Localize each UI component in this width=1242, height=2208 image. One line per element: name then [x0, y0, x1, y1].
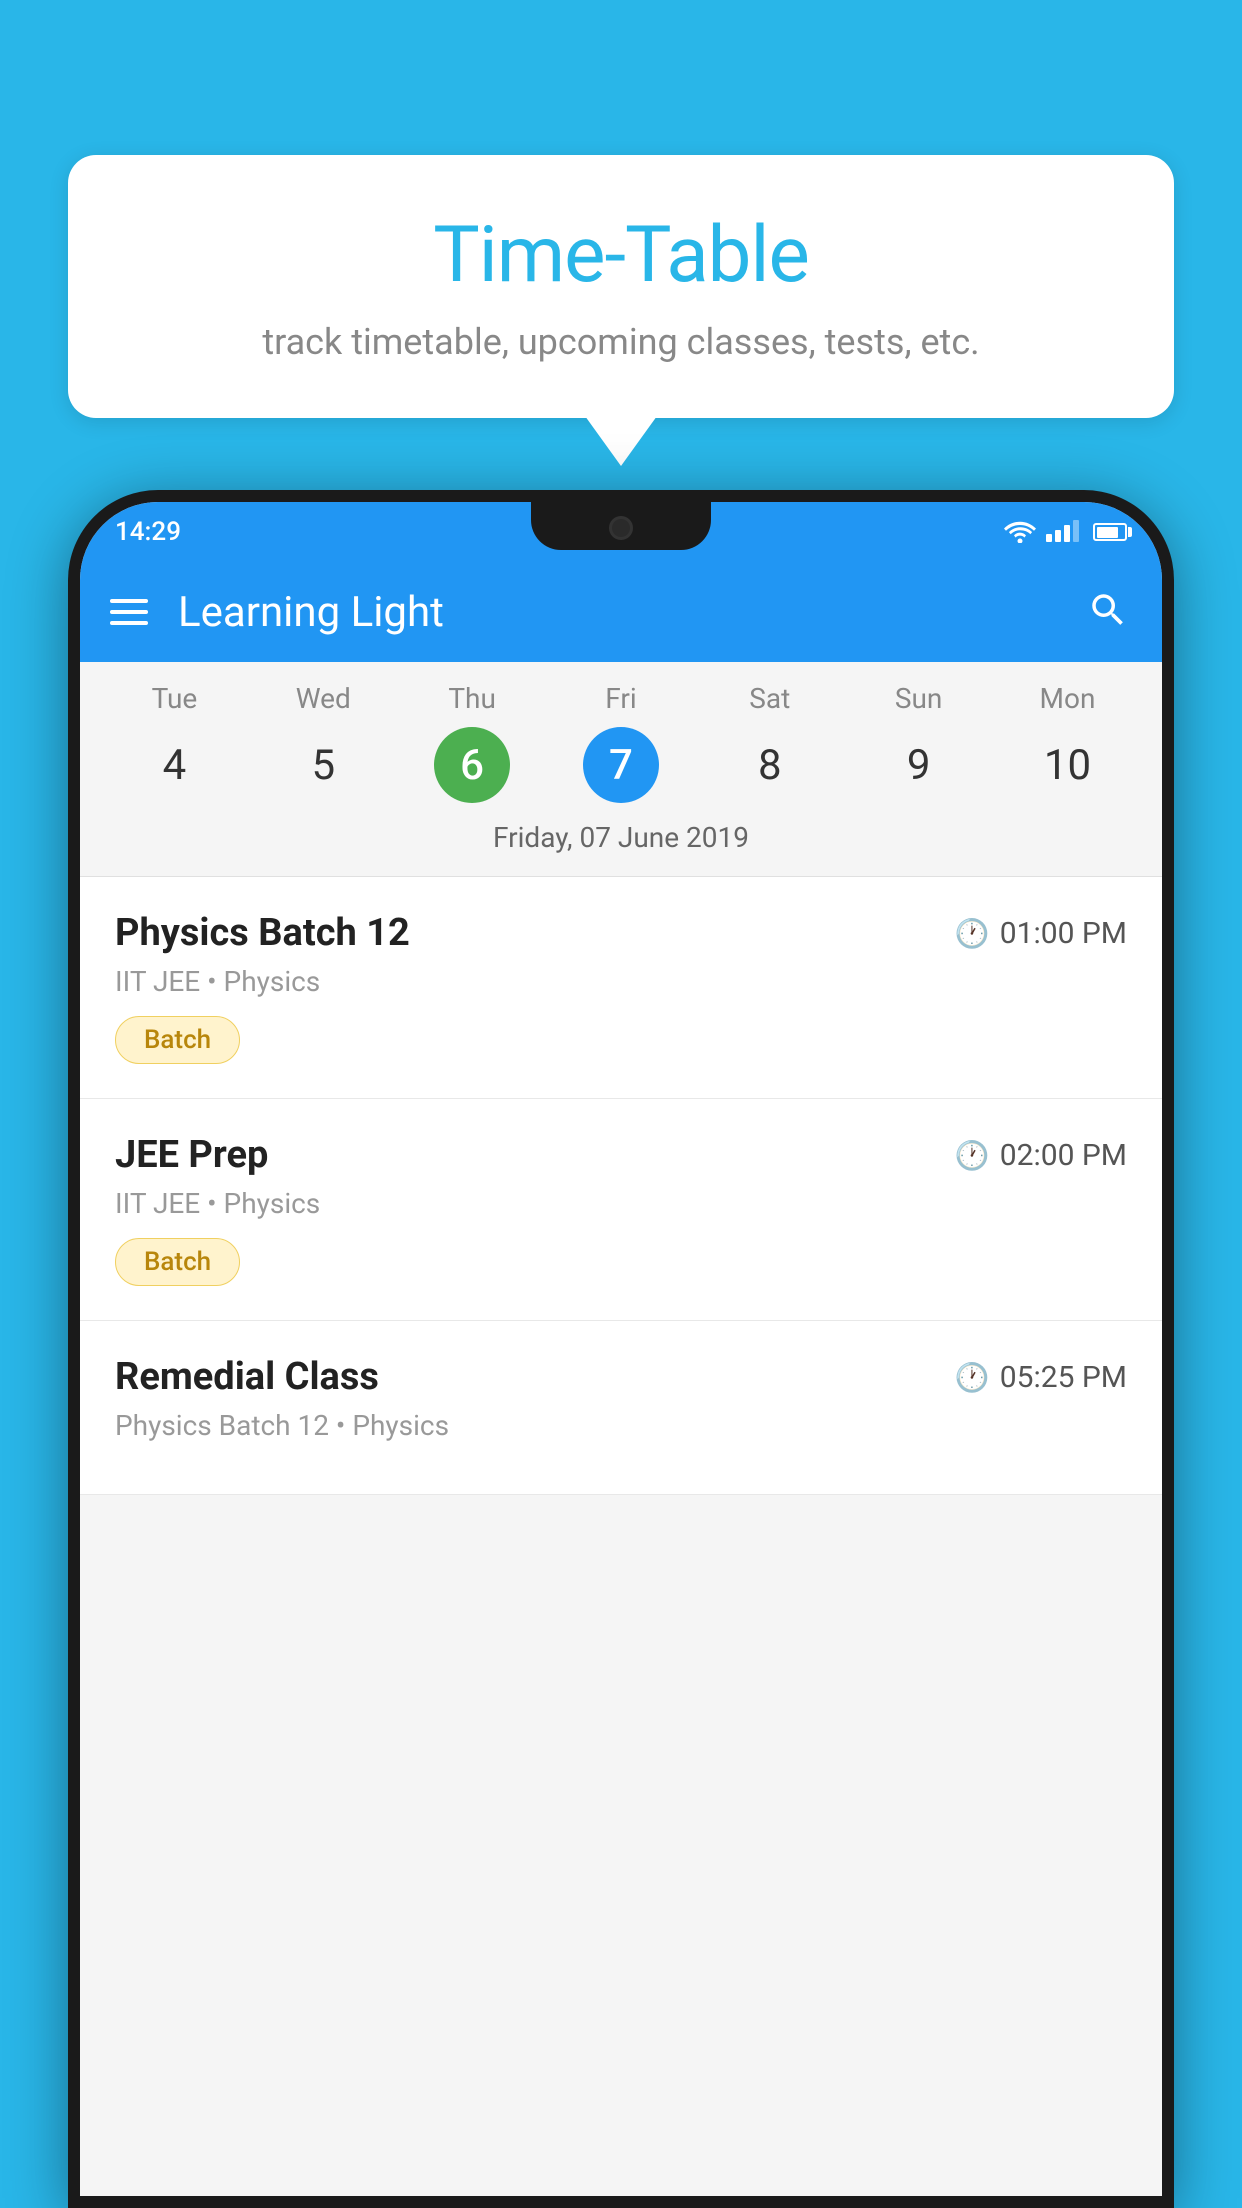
search-button[interactable] [1084, 588, 1132, 636]
calendar-strip: Tue 4 Wed 5 Thu 6 Fri 7 Sat 8 Sun 9 Mon 10 Friday, 07… [80, 662, 1162, 877]
day-label: Mon [1040, 682, 1096, 715]
speech-bubble-container: Time-Table track timetable, upcoming cla… [68, 155, 1174, 418]
hamburger-line-2 [110, 610, 148, 614]
calendar-day-col[interactable]: Fri 7 [556, 682, 686, 803]
schedule-item-subtitle: IIT JEE • Physics [115, 1187, 1127, 1220]
calendar-day-col[interactable]: Thu 6 [407, 682, 537, 803]
day-number[interactable]: 8 [732, 727, 808, 803]
schedule-item[interactable]: JEE Prep 🕐 02:00 PM IIT JEE • Physics Batch [80, 1099, 1162, 1321]
hamburger-line-3 [110, 621, 148, 625]
day-label: Sun [895, 682, 943, 715]
day-label: Sat [749, 682, 790, 715]
wifi-icon [1004, 521, 1036, 543]
day-number[interactable]: 7 [583, 727, 659, 803]
phone-camera [609, 516, 633, 540]
schedule-list: Physics Batch 12 🕐 01:00 PM IIT JEE • Phys… [80, 877, 1162, 1495]
schedule-item-time: 🕐 01:00 PM [955, 916, 1127, 951]
calendar-day-col[interactable]: Mon 10 [1002, 682, 1132, 803]
day-label: Fri [605, 682, 636, 715]
speech-bubble: Time-Table track timetable, upcoming cla… [68, 155, 1174, 418]
schedule-item[interactable]: Physics Batch 12 🕐 01:00 PM IIT JEE • Phys… [80, 877, 1162, 1099]
status-time: 14:29 [115, 517, 181, 547]
clock-icon: 🕐 [955, 1361, 990, 1394]
calendar-day-col[interactable]: Sun 9 [854, 682, 984, 803]
day-number[interactable]: 6 [434, 727, 510, 803]
hamburger-menu-icon[interactable] [110, 599, 148, 625]
signal-icon [1046, 522, 1079, 542]
day-number[interactable]: 10 [1029, 727, 1105, 803]
batch-badge: Batch [115, 1238, 240, 1286]
phone-frame: 14:29 [68, 490, 1174, 2208]
clock-icon: 🕐 [955, 1139, 990, 1172]
search-icon [1087, 589, 1129, 635]
calendar-day-col[interactable]: Sat 8 [705, 682, 835, 803]
schedule-item-title: Physics Batch 12 [115, 911, 410, 955]
schedule-item-header: Physics Batch 12 🕐 01:00 PM [115, 911, 1127, 955]
phone-notch [531, 502, 711, 550]
bubble-title: Time-Table [118, 210, 1124, 301]
bubble-subtitle: track timetable, upcoming classes, tests… [118, 321, 1124, 363]
day-number[interactable]: 9 [881, 727, 957, 803]
calendar-days-row: Tue 4 Wed 5 Thu 6 Fri 7 Sat 8 Sun 9 Mon 10 [80, 682, 1162, 803]
schedule-item-subtitle: Physics Batch 12 • Physics [115, 1409, 1127, 1442]
app-bar: Learning Light [80, 562, 1162, 662]
calendar-date-label: Friday, 07 June 2019 [80, 803, 1162, 877]
schedule-item-header: JEE Prep 🕐 02:00 PM [115, 1133, 1127, 1177]
schedule-item-time: 🕐 05:25 PM [955, 1360, 1127, 1395]
day-number[interactable]: 5 [285, 727, 361, 803]
schedule-item[interactable]: Remedial Class 🕐 05:25 PM Physics Batch 12… [80, 1321, 1162, 1495]
clock-icon: 🕐 [955, 917, 990, 950]
schedule-item-subtitle: IIT JEE • Physics [115, 965, 1127, 998]
hamburger-line-1 [110, 599, 148, 603]
batch-badge: Batch [115, 1016, 240, 1064]
status-icons [1004, 521, 1127, 543]
calendar-day-col[interactable]: Wed 5 [258, 682, 388, 803]
day-number[interactable]: 4 [136, 727, 212, 803]
app-title: Learning Light [178, 588, 1084, 637]
battery-icon [1093, 523, 1127, 541]
day-label: Thu [448, 682, 496, 715]
schedule-item-title: Remedial Class [115, 1355, 379, 1399]
day-label: Wed [296, 682, 351, 715]
schedule-item-time: 🕐 02:00 PM [955, 1138, 1127, 1173]
schedule-item-title: JEE Prep [115, 1133, 268, 1177]
calendar-day-col[interactable]: Tue 4 [109, 682, 239, 803]
day-label: Tue [152, 682, 198, 715]
schedule-item-header: Remedial Class 🕐 05:25 PM [115, 1355, 1127, 1399]
phone-inner: 14:29 [80, 502, 1162, 2196]
